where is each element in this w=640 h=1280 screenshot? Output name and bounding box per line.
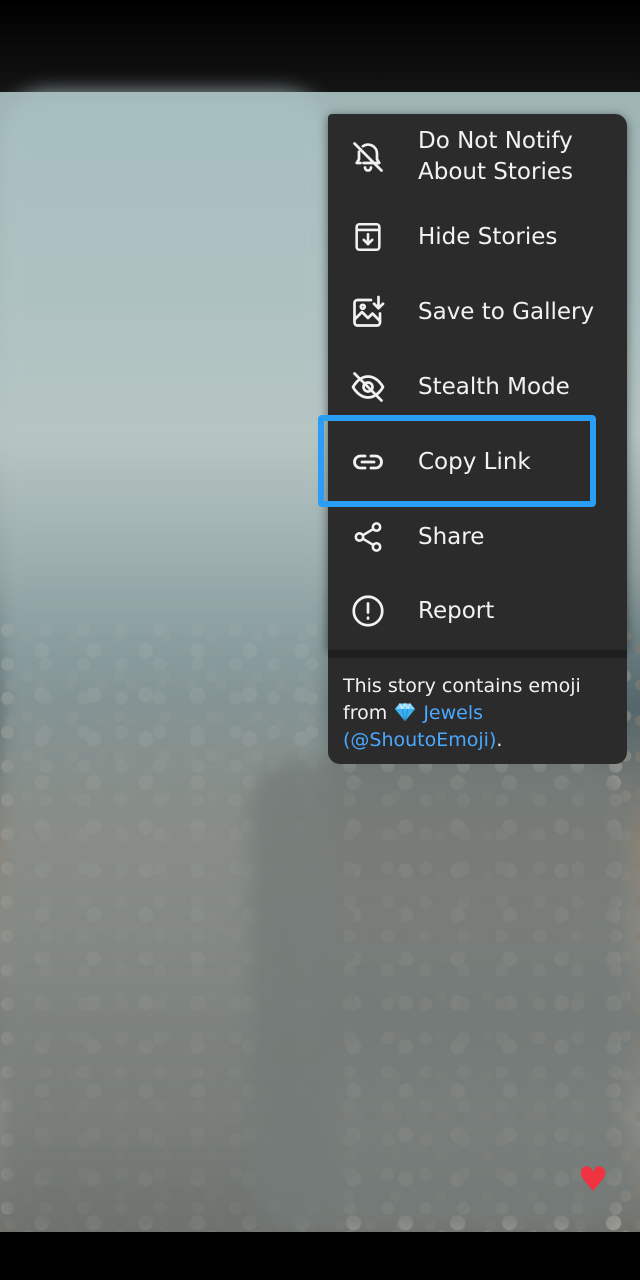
- menu-item-hide-stories[interactable]: Hide Stories: [328, 200, 627, 274]
- share-icon: [350, 519, 386, 555]
- menu-item-label: Hide Stories: [418, 223, 558, 250]
- menu-divider: [328, 650, 627, 658]
- menu-item-copy-link[interactable]: Copy Link: [328, 425, 627, 499]
- menu-item-save-to-gallery[interactable]: Save to Gallery: [328, 275, 627, 349]
- emoji-pack-note: This story contains emoji from Jewels (@…: [328, 658, 627, 764]
- menu-item-label: Stealth Mode: [418, 373, 570, 400]
- story-viewer-screen: ♥ Do Not Notify About Stories Hide Stori…: [0, 0, 640, 1280]
- bottom-bar: [0, 1232, 640, 1280]
- bell-off-icon: [350, 139, 386, 175]
- menu-item-do-not-notify[interactable]: Do Not Notify About Stories: [328, 119, 627, 195]
- blurred-region: [250, 760, 630, 1230]
- menu-item-share[interactable]: Share: [328, 500, 627, 574]
- heart-icon[interactable]: ♥: [575, 1162, 611, 1198]
- story-options-menu: Do Not Notify About Stories Hide Stories: [328, 114, 627, 650]
- archive-icon: [350, 219, 386, 255]
- menu-item-report[interactable]: Report: [328, 574, 627, 648]
- report-icon: [350, 593, 386, 629]
- menu-item-label: Share: [418, 523, 485, 550]
- eye-off-icon: [350, 369, 386, 405]
- menu-item-label: Report: [418, 597, 495, 624]
- menu-item-label: Save to Gallery: [418, 298, 595, 325]
- menu-item-label: Copy Link: [418, 448, 531, 475]
- gem-icon: [393, 702, 417, 722]
- save-gallery-icon: [350, 294, 386, 330]
- emoji-note-period: .: [496, 729, 503, 751]
- menu-item-stealth-mode[interactable]: Stealth Mode: [328, 350, 627, 424]
- link-icon: [350, 444, 386, 480]
- menu-item-label: Do Not Notify About Stories: [418, 128, 573, 185]
- status-bar: [0, 0, 640, 92]
